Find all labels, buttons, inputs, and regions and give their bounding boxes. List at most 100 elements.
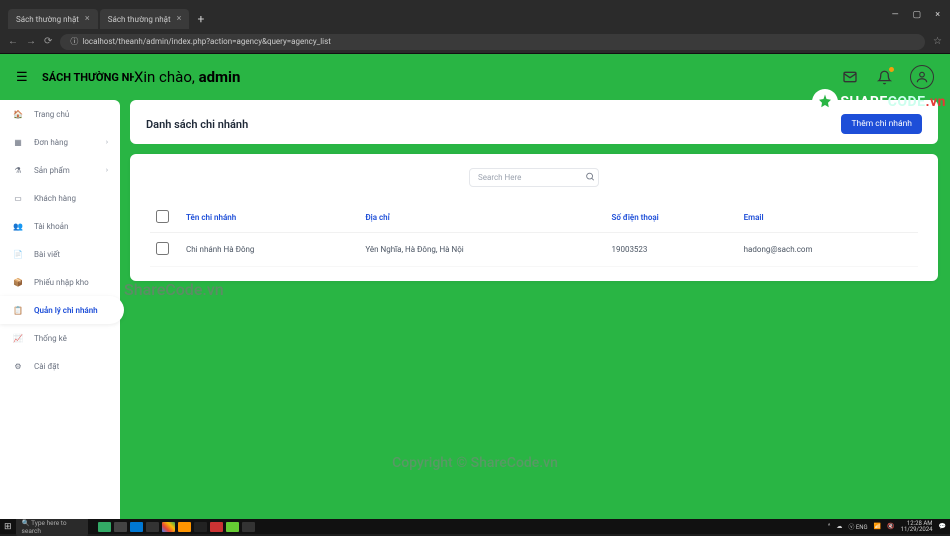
sidebar-item-label: Đơn hàng [34,138,68,147]
task-icon[interactable] [146,522,159,532]
tray-notifications-icon[interactable]: 💬 [939,523,946,530]
tray-lang[interactable]: ⓥ ENG [848,522,867,531]
system-tray: ^ ☁ ⓥ ENG 📶 🔇 12:28 AM 11/29/2024 💬 [828,521,946,533]
bell-icon[interactable] [876,69,892,85]
menu-toggle-icon[interactable]: ☰ [16,70,32,85]
grid-icon: ▦ [12,136,24,148]
chevron-right-icon: › [106,138,108,146]
taskbar-search[interactable]: 🔍 Type here to search [16,518,88,536]
browser-tab-2[interactable]: Sách thường nhật × [100,9,190,29]
cell-address: Yên Nghĩa, Hà Đông, Hà Nội [359,233,605,267]
search-input[interactable] [469,168,599,187]
close-window-icon[interactable]: × [935,10,940,20]
minimize-icon[interactable]: — [892,10,899,20]
sidebar-item-stock[interactable]: 📦 Phiếu nhập kho [0,268,120,296]
task-icon[interactable] [98,522,111,532]
logo-vn: .vn [926,94,947,110]
col-email[interactable]: Email [738,203,918,233]
taskbar-apps [98,522,255,532]
browser-tab-1[interactable]: Sách thường nhật × [8,9,98,29]
greeting: Xin chào, admin [134,68,240,86]
sidebar-item-label: Bài viết [34,250,60,259]
chevron-right-icon: › [106,166,108,174]
sidebar-item-products[interactable]: ⚗ Sản phẩm › [0,156,120,184]
address-bar[interactable]: ⓘ localhost/theanh/admin/index.php?actio… [60,34,925,50]
table-row[interactable]: Chi nhánh Hà Đông Yên Nghĩa, Hà Đông, Hà… [150,233,918,267]
new-tab-button[interactable]: + [191,12,210,26]
task-icon[interactable] [178,522,191,532]
close-icon[interactable]: × [85,14,90,24]
row-checkbox[interactable] [156,242,169,255]
chart-icon: 📈 [12,332,24,344]
tray-date[interactable]: 11/29/2024 [901,527,933,533]
tray-cloud-icon[interactable]: ☁ [836,523,842,530]
window-controls: — ▢ × [892,0,950,30]
task-icon[interactable] [114,522,127,532]
sidebar-item-settings[interactable]: ⚙ Cài đặt [0,352,120,380]
taskbar: ⊞ 🔍 Type here to search ^ ☁ ⓥ ENG 📶 🔇 12… [0,519,950,534]
home-icon: 🏠 [12,108,24,120]
sidebar-item-branches[interactable]: 📋 Quản lý chi nhánh [0,296,124,324]
back-button[interactable]: ← [8,36,18,47]
box-icon: 📦 [12,276,24,288]
branches-table: Tên chi nhánh Địa chỉ Số điện thoại Emai… [150,203,918,267]
tray-chevron-icon[interactable]: ^ [828,523,831,530]
mail-icon[interactable] [842,69,858,85]
tab-title: Sách thường nhật [108,15,171,24]
sidebar-item-label: Quản lý chi nhánh [34,306,98,315]
table-card: Tên chi nhánh Địa chỉ Số điện thoại Emai… [130,154,938,281]
sidebar-item-label: Phiếu nhập kho [34,278,89,287]
sidebar-item-label: Khách hàng [34,194,76,203]
app-root: ☰ SÁCH THƯỜNG NHẬT Xin chào, admin 🏠 Tra… [0,54,950,519]
cell-phone: 19003523 [605,233,737,267]
task-icon[interactable] [226,522,239,532]
sidebar-item-label: Tài khoản [34,222,68,231]
search-icon[interactable] [585,171,595,184]
task-icon[interactable] [194,522,207,532]
col-address[interactable]: Địa chỉ [359,203,605,233]
main-content: Danh sách chi nhánh Thêm chi nhánh Tên c… [130,100,938,519]
sidebar: 🏠 Trang chủ ▦ Đơn hàng › ⚗ Sản phẩm › ▭ … [0,100,120,519]
browser-toolbar: ← → ⟳ ⓘ localhost/theanh/admin/index.php… [0,30,950,54]
star-icon[interactable]: ☆ [933,36,942,47]
page-title: Danh sách chi nhánh [146,118,248,131]
sidebar-item-stats[interactable]: 📈 Thống kê [0,324,120,352]
logo-code: CODE [888,94,926,110]
task-icon[interactable] [242,522,255,532]
watermark-logo: SHARECODE.vn [812,89,946,115]
forward-button[interactable]: → [26,36,36,47]
greeting-prefix: Xin chào, [134,68,199,86]
url-text: localhost/theanh/admin/index.php?action=… [82,37,330,46]
task-icon[interactable] [210,522,223,532]
tray-wifi-icon[interactable]: 📶 [874,523,881,530]
sidebar-item-label: Trang chủ [34,110,69,119]
col-name[interactable]: Tên chi nhánh [180,203,359,233]
close-icon[interactable]: × [177,14,182,24]
table-header-row: Tên chi nhánh Địa chỉ Số điện thoại Emai… [150,203,918,233]
tab-title: Sách thường nhật [16,15,79,24]
search-wrap [469,168,599,187]
logo-share: SHARE [840,94,887,110]
avatar-icon[interactable] [910,65,934,89]
task-icon[interactable] [130,522,143,532]
browser-tab-strip: Sách thường nhật × Sách thường nhật × + … [0,0,950,30]
sidebar-item-home[interactable]: 🏠 Trang chủ [0,100,120,128]
sidebar-item-posts[interactable]: 📄 Bài viết [0,240,120,268]
gear-icon: ⚙ [12,360,24,372]
sidebar-item-label: Thống kê [34,334,67,343]
task-icon[interactable] [162,522,175,532]
start-button[interactable]: ⊞ [4,522,12,532]
list-icon: 📋 [12,304,24,316]
sidebar-item-customers[interactable]: ▭ Khách hàng [0,184,120,212]
sidebar-item-accounts[interactable]: 👥 Tài khoản [0,212,120,240]
add-branch-button[interactable]: Thêm chi nhánh [841,114,922,134]
sidebar-item-orders[interactable]: ▦ Đơn hàng › [0,128,120,156]
tray-sound-icon[interactable]: 🔇 [887,523,894,530]
app-header: ☰ SÁCH THƯỜNG NHẬT Xin chào, admin [0,54,950,100]
col-phone[interactable]: Số điện thoại [605,203,737,233]
cell-name: Chi nhánh Hà Đông [180,233,359,267]
maximize-icon[interactable]: ▢ [913,10,922,20]
card-icon: ▭ [12,192,24,204]
select-all-checkbox[interactable] [156,210,169,223]
reload-button[interactable]: ⟳ [44,36,52,47]
